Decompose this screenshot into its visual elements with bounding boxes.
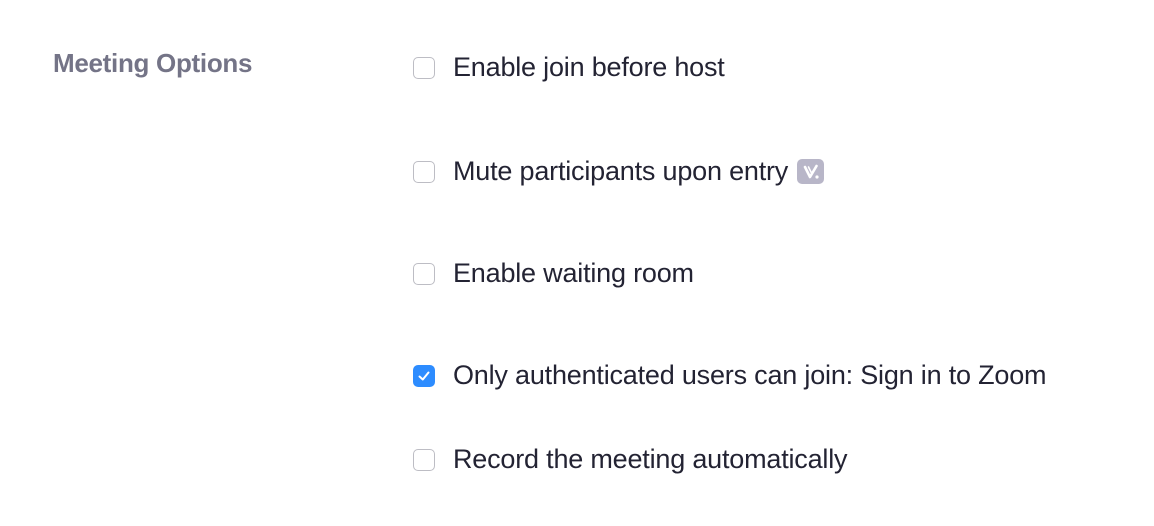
option-label: Enable waiting room [453, 258, 694, 288]
option-label: Record the meeting automatically [453, 444, 848, 474]
option-only-authenticated-users[interactable]: Only authenticated users can join: Sign … [413, 360, 1047, 391]
option-label: Mute participants upon entry [453, 156, 789, 186]
record-meeting-automatically-checkbox[interactable] [413, 448, 435, 471]
option-label: Enable join before host [453, 52, 725, 82]
enable-waiting-room-checkbox[interactable] [413, 262, 435, 285]
section-label: Meeting Options [53, 48, 253, 78]
option-record-meeting-automatically[interactable]: Record the meeting automatically [413, 444, 848, 475]
version-v-icon [797, 159, 825, 184]
option-enable-join-before-host[interactable]: Enable join before host [413, 52, 725, 83]
option-enable-waiting-room[interactable]: Enable waiting room [413, 258, 694, 289]
option-mute-participants-upon-entry[interactable]: Mute participants upon entry [413, 156, 825, 187]
mute-participants-upon-entry-checkbox[interactable] [413, 160, 435, 183]
only-authenticated-users-checkbox[interactable] [413, 364, 435, 387]
enable-join-before-host-checkbox[interactable] [413, 56, 435, 79]
option-label: Only authenticated users can join: Sign … [453, 360, 1047, 390]
checkmark-icon [418, 371, 430, 380]
